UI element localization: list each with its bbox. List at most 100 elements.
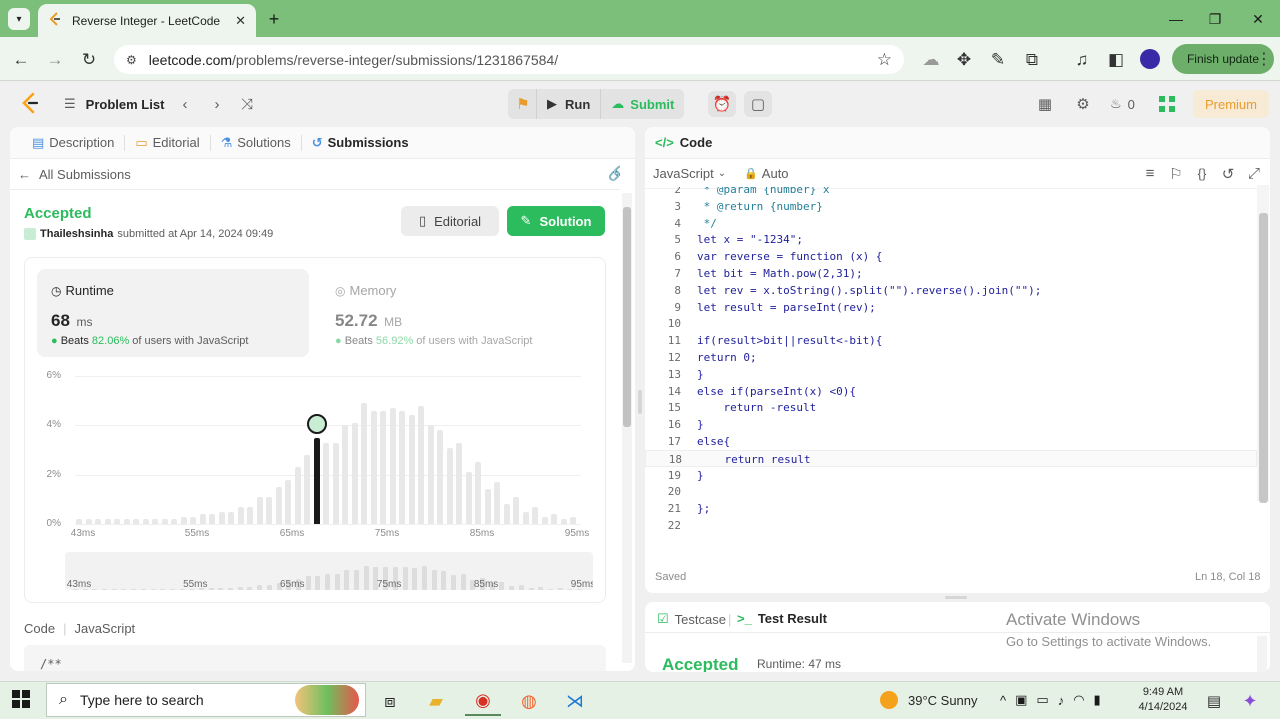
- debug-icon[interactable]: ⚑: [510, 91, 536, 117]
- chart-bar[interactable]: [389, 408, 396, 524]
- minimize-button[interactable]: —: [1162, 8, 1190, 30]
- chart-bar[interactable]: [152, 519, 158, 524]
- auto-mode-toggle[interactable]: 🔒 Auto: [744, 166, 788, 181]
- browser-tab[interactable]: Reverse Integer - LeetCode ✕: [38, 4, 256, 37]
- chart-bar[interactable]: [218, 511, 225, 524]
- chart-bar[interactable]: [437, 430, 443, 524]
- chart-bar[interactable]: [456, 442, 462, 524]
- editorial-button[interactable]: ▯ Editorial: [401, 206, 499, 236]
- chart-bar[interactable]: [484, 489, 491, 524]
- tab-test-result[interactable]: >_ Test Result: [737, 611, 827, 626]
- run-button[interactable]: ▶ Run: [536, 89, 600, 119]
- chart-bar[interactable]: [180, 516, 187, 524]
- maximize-button[interactable]: ❐: [1201, 8, 1229, 30]
- chart-bar[interactable]: [332, 442, 339, 524]
- chart-bar[interactable]: [133, 519, 139, 524]
- user-name[interactable]: Thaileshsinha: [40, 228, 113, 240]
- browser-menu-icon[interactable]: ⋮: [1256, 49, 1272, 69]
- tab-search-button[interactable]: ▾: [8, 8, 30, 30]
- display-icon[interactable]: ▭: [1036, 692, 1048, 708]
- all-submissions-link[interactable]: ← All Submissions: [18, 167, 131, 182]
- copilot-icon[interactable]: ✦: [1232, 686, 1268, 716]
- language-select[interactable]: JavaScript ⌄: [653, 166, 726, 181]
- chart-bar[interactable]: [513, 496, 519, 524]
- site-info-icon[interactable]: ⚙: [126, 53, 137, 67]
- streak-counter[interactable]: ♨ 0: [1110, 96, 1135, 112]
- chart-bar[interactable]: [285, 479, 291, 524]
- chart-bar[interactable]: [104, 519, 111, 524]
- chart-bar[interactable]: [275, 487, 282, 524]
- chart-bar[interactable]: [161, 519, 168, 524]
- chart-bar[interactable]: [475, 462, 481, 524]
- notes-icon[interactable]: ▢: [744, 91, 772, 117]
- editor-scrollbar[interactable]: [1257, 185, 1269, 503]
- chart-bar[interactable]: [361, 403, 367, 524]
- runtime-box[interactable]: ◷ Runtime 68 ms ● Beats 82.06% of users …: [37, 269, 309, 357]
- chevron-up-icon[interactable]: ^: [1000, 693, 1006, 708]
- share-link-icon[interactable]: 🔗: [608, 165, 620, 182]
- your-runtime-bar[interactable]: [313, 437, 320, 524]
- chart-bar[interactable]: [199, 514, 206, 524]
- chrome-icon[interactable]: ◉: [465, 686, 501, 716]
- tab-description[interactable]: ▤ Description: [22, 134, 126, 151]
- bookmark-star-icon[interactable]: ☆: [877, 50, 892, 70]
- extensions-puzzle-icon[interactable]: ⧉: [1021, 49, 1043, 71]
- tab-solutions[interactable]: ⚗ Solutions: [211, 134, 302, 151]
- extension-compass-icon[interactable]: ✥: [953, 49, 975, 71]
- random-problem-icon[interactable]: ⤨: [234, 91, 260, 117]
- scroll-thumb[interactable]: [623, 207, 631, 427]
- chart-bar[interactable]: [209, 514, 215, 524]
- chart-bar[interactable]: [380, 410, 386, 524]
- battery-icon[interactable]: ▮: [1094, 692, 1101, 708]
- chart-bar[interactable]: [323, 442, 329, 524]
- windows-start-icon[interactable]: [12, 690, 30, 711]
- chart-bar[interactable]: [342, 425, 348, 524]
- meet-icon[interactable]: ▣: [1015, 692, 1027, 708]
- timer-icon[interactable]: ⏰: [708, 91, 736, 117]
- code-editor[interactable]: 2 * @param {number} x3 * @return {number…: [645, 187, 1257, 561]
- chart-range-slider[interactable]: 43ms 55ms 65ms 75ms 85ms 95ms: [65, 552, 593, 590]
- settings-gear-icon[interactable]: ⚙: [1070, 91, 1096, 117]
- chart-bar[interactable]: [142, 519, 149, 524]
- chart-bar[interactable]: [228, 511, 234, 524]
- chart-bar[interactable]: [114, 519, 120, 524]
- chart-bar[interactable]: [95, 519, 101, 524]
- leetcode-logo-icon[interactable]: [20, 92, 40, 117]
- wifi-icon[interactable]: ◠: [1073, 692, 1084, 708]
- weather-widget[interactable]: 39°C Sunny: [880, 691, 978, 709]
- scroll-thumb[interactable]: [1259, 213, 1268, 503]
- media-controls-icon[interactable]: ♫: [1071, 49, 1093, 71]
- chart-bar[interactable]: [190, 516, 196, 524]
- bookmark-icon[interactable]: ⚐: [1166, 161, 1186, 187]
- chart-bar[interactable]: [256, 496, 263, 524]
- solution-button[interactable]: ✎ Solution: [507, 206, 605, 236]
- profile-avatar[interactable]: [1140, 49, 1160, 69]
- firefox-icon[interactable]: ◍: [511, 686, 547, 716]
- problem-list-button[interactable]: ☰ Problem List: [64, 96, 164, 112]
- user-avatar[interactable]: [1157, 94, 1177, 114]
- tab-testcase[interactable]: ☑ Testcase: [657, 611, 726, 627]
- submit-button[interactable]: ☁ Submit: [600, 89, 684, 119]
- left-scrollbar[interactable]: [622, 193, 632, 663]
- forward-icon[interactable]: →: [44, 49, 66, 71]
- format-icon[interactable]: ≡: [1140, 161, 1160, 187]
- chart-bar[interactable]: [522, 511, 529, 524]
- chart-bar[interactable]: [532, 506, 538, 524]
- back-icon[interactable]: ←: [10, 49, 32, 71]
- chart-bar[interactable]: [551, 514, 557, 524]
- task-view-icon[interactable]: ⧈: [372, 686, 408, 716]
- tab-submissions[interactable]: ↺ Submissions: [302, 135, 419, 151]
- chart-bar[interactable]: [76, 519, 82, 524]
- extension-cloud-icon[interactable]: ☁: [920, 49, 942, 71]
- chart-bar[interactable]: [85, 519, 92, 524]
- chart-bar[interactable]: [408, 415, 415, 524]
- prev-problem-icon[interactable]: ‹: [172, 91, 198, 117]
- chart-bar[interactable]: [370, 410, 377, 524]
- panel-resize-handle[interactable]: [638, 390, 642, 414]
- extension-eyedropper-icon[interactable]: ✎: [987, 49, 1009, 71]
- braces-icon[interactable]: {}: [1192, 161, 1212, 187]
- chart-bar[interactable]: [399, 410, 405, 524]
- chart-bar[interactable]: [294, 467, 301, 524]
- bottom-scrollbar[interactable]: [1257, 636, 1267, 672]
- volume-icon[interactable]: ♪: [1058, 693, 1065, 708]
